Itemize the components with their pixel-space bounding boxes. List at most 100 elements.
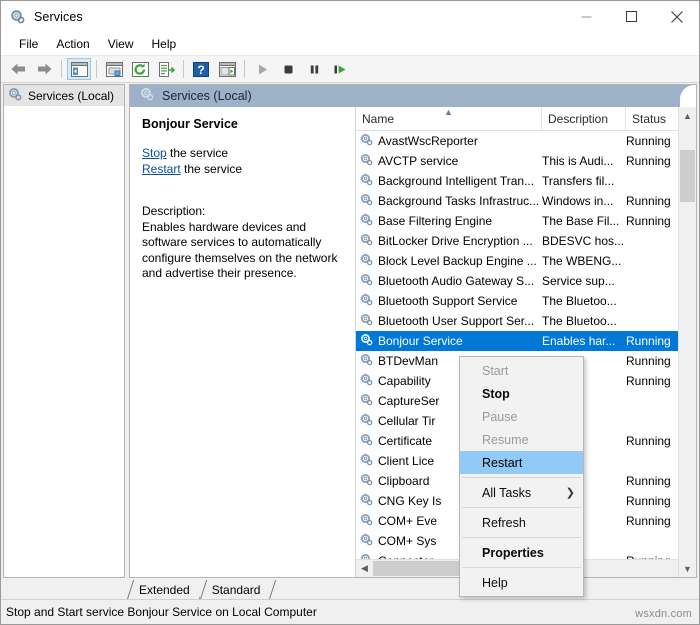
window-title: Services xyxy=(34,10,83,24)
status-bar: Stop and Start service Bonjour Service o… xyxy=(1,599,699,624)
stop-service-icon[interactable] xyxy=(276,58,300,80)
close-button[interactable] xyxy=(654,1,699,32)
sort-ascending-icon: ▲ xyxy=(444,108,453,117)
menu-bar: File Action View Help xyxy=(1,32,699,56)
context-menu-item-stop[interactable]: Stop xyxy=(460,382,583,405)
service-name-label: BitLocker Drive Encryption ... xyxy=(378,234,533,248)
services-gear-icon xyxy=(360,133,374,150)
start-service-icon[interactable] xyxy=(250,58,274,80)
context-menu-item-all-tasks[interactable]: All Tasks❯ xyxy=(460,481,583,504)
restart-service-link[interactable]: Restart xyxy=(142,162,181,176)
vertical-scrollbar[interactable]: ▲ ▼ xyxy=(678,107,696,577)
back-arrow-icon[interactable] xyxy=(6,58,30,80)
table-row[interactable]: Base Filtering EngineThe Base Fil...Runn… xyxy=(356,211,696,231)
menu-file[interactable]: File xyxy=(10,35,47,53)
context-menu-item-restart[interactable]: Restart xyxy=(460,451,583,474)
services-gear-icon xyxy=(360,333,374,350)
stop-service-link[interactable]: Stop xyxy=(142,146,167,160)
cell-service-name: Background Intelligent Tran... xyxy=(356,173,542,190)
menu-view[interactable]: View xyxy=(99,35,143,53)
table-row[interactable]: AvastWscReporterRunning xyxy=(356,131,696,151)
service-name-label: Cellular Tir xyxy=(378,414,435,428)
table-row[interactable]: Block Level Backup Engine ...The WBENG..… xyxy=(356,251,696,271)
context-menu-item-refresh[interactable]: Refresh xyxy=(460,511,583,534)
title-bar: Services xyxy=(1,1,699,32)
service-name-label: Bluetooth Support Service xyxy=(378,294,517,308)
help-icon[interactable]: ? xyxy=(189,58,213,80)
description-label: Description: xyxy=(142,204,345,220)
tree-item-label: Services (Local) xyxy=(28,89,114,103)
column-header-name[interactable]: Name ▲ xyxy=(356,107,542,130)
scroll-down-icon[interactable]: ▼ xyxy=(679,560,696,577)
context-menu-item-pause: Pause xyxy=(460,405,583,428)
table-row[interactable]: Bluetooth Support ServiceThe Bluetoo... xyxy=(356,291,696,311)
console-header: Services (Local) xyxy=(130,85,696,107)
service-name-label: CNG Key Is xyxy=(378,494,441,508)
service-detail-pane: Bonjour Service Stop the service Restart… xyxy=(130,107,356,577)
service-name-label: Clipboard xyxy=(378,474,429,488)
service-name-label: COM+ Eve xyxy=(378,514,437,528)
main-split-area: Services (Local) Services (Local) xyxy=(1,83,699,578)
chevron-right-icon: ❯ xyxy=(566,486,575,499)
pause-service-icon[interactable] xyxy=(302,58,326,80)
cell-service-name: AVCTP service xyxy=(356,153,542,170)
export-list-icon[interactable] xyxy=(154,58,178,80)
service-name-label: COM+ Sys xyxy=(378,534,436,548)
services-gear-icon xyxy=(360,173,374,190)
services-gear-icon xyxy=(360,533,374,550)
services-gear-icon xyxy=(360,393,374,410)
tab-extended[interactable]: Extended xyxy=(127,580,200,599)
cell-service-description: The Base Fil... xyxy=(542,214,626,228)
tree-item-services-local[interactable]: Services (Local) xyxy=(4,85,124,106)
table-row[interactable]: Background Intelligent Tran...Transfers … xyxy=(356,171,696,191)
context-menu-item-label: Start xyxy=(482,364,508,378)
vertical-scroll-thumb[interactable] xyxy=(680,150,695,202)
vertical-scroll-track[interactable] xyxy=(679,124,696,560)
minimize-button[interactable] xyxy=(564,1,609,32)
context-menu-item-label: Restart xyxy=(482,456,522,470)
service-name-label: Capability xyxy=(378,374,431,388)
context-menu-item-properties[interactable]: Properties xyxy=(460,541,583,564)
column-header-description[interactable]: Description xyxy=(542,107,626,130)
table-row[interactable]: Bluetooth Audio Gateway S...Service sup.… xyxy=(356,271,696,291)
cell-service-name: Base Filtering Engine xyxy=(356,213,542,230)
new-window-icon[interactable] xyxy=(215,58,239,80)
show-hide-console-tree-icon[interactable] xyxy=(67,58,91,80)
console-tree-pane: Services (Local) xyxy=(3,84,125,578)
description-block: Description: Enables hardware devices an… xyxy=(142,204,345,282)
cell-service-name: BitLocker Drive Encryption ... xyxy=(356,233,542,250)
menu-action[interactable]: Action xyxy=(47,35,98,53)
toolbar-separator xyxy=(244,60,245,78)
table-row[interactable]: Background Tasks Infrastruc...Windows in… xyxy=(356,191,696,211)
service-name-label: Base Filtering Engine xyxy=(378,214,492,228)
column-header-description-label: Description xyxy=(548,112,608,126)
services-gear-icon xyxy=(360,553,374,560)
forward-arrow-icon[interactable] xyxy=(32,58,56,80)
services-gear-icon xyxy=(360,273,374,290)
table-row[interactable]: Bonjour ServiceEnables har...Running xyxy=(356,331,696,351)
cell-service-description: Windows in... xyxy=(542,194,626,208)
services-gear-icon xyxy=(360,413,374,430)
properties-icon[interactable] xyxy=(102,58,126,80)
detail-service-title: Bonjour Service xyxy=(142,117,345,131)
service-name-label: Background Intelligent Tran... xyxy=(378,174,534,188)
table-row[interactable]: Bluetooth User Support Ser...The Bluetoo… xyxy=(356,311,696,331)
maximize-button[interactable] xyxy=(609,1,654,32)
context-menu-item-help[interactable]: Help xyxy=(460,571,583,594)
restart-service-icon[interactable] xyxy=(328,58,352,80)
description-text: Enables hardware devices and software se… xyxy=(142,220,345,282)
services-gear-icon xyxy=(360,493,374,510)
table-row[interactable]: AVCTP serviceThis is Audi...Running xyxy=(356,151,696,171)
tab-standard[interactable]: Standard xyxy=(200,580,271,599)
refresh-icon[interactable] xyxy=(128,58,152,80)
scroll-up-icon[interactable]: ▲ xyxy=(679,107,696,124)
table-row[interactable]: BitLocker Drive Encryption ...BDESVC hos… xyxy=(356,231,696,251)
window-controls xyxy=(564,1,699,32)
services-gear-icon xyxy=(140,87,155,105)
toolbar-separator xyxy=(61,60,62,78)
services-gear-icon xyxy=(360,153,374,170)
menu-help[interactable]: Help xyxy=(143,35,186,53)
toolbar-separator xyxy=(96,60,97,78)
scroll-left-icon[interactable]: ◀ xyxy=(356,560,373,577)
cell-service-name: Bluetooth Audio Gateway S... xyxy=(356,273,542,290)
